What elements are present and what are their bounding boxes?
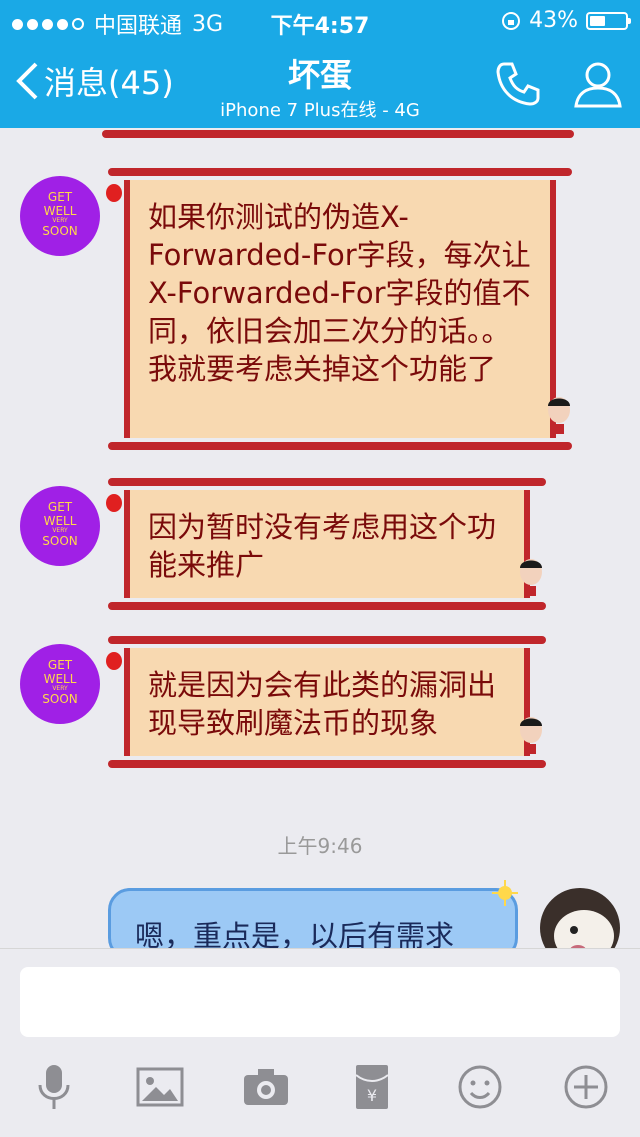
battery-icon [586,11,631,30]
message-bubble[interactable]: 就是因为会有此类的漏洞出现导致刷魔法币的现象 [108,636,546,768]
sticker-face-icon [520,559,542,596]
profile-icon[interactable] [572,58,624,110]
red-packet-icon[interactable]: ¥ [342,1057,402,1117]
emoji-icon[interactable] [450,1057,510,1117]
message-bubble[interactable]: 如果你测试的伪造X-Forwarded-For字段，每次让X-Forwarded… [108,168,572,450]
contact-avatar[interactable]: GET WELL VERY SOON [20,486,100,566]
camera-icon[interactable] [236,1057,296,1117]
status-bar: 中国联通 3G 下午4:57 43% [0,0,640,40]
message-text: 就是因为会有此类的漏洞出现导致刷魔法币的现象 [148,668,497,740]
message-text: 如果你测试的伪造X-Forwarded-For字段，每次让X-Forwarded… [148,200,531,386]
plus-icon[interactable] [556,1057,616,1117]
lantern-icon [106,494,122,512]
rotation-lock-icon [502,11,521,30]
sticker-face-icon [548,397,570,434]
input-bar: ¥ [0,948,640,1137]
mic-icon[interactable] [24,1057,84,1117]
sparkle-icon [492,880,518,906]
chat-subtitle: iPhone 7 Plus在线 - 4G [220,100,420,121]
nav-bar: 消息(45) 坏蛋 iPhone 7 Plus在线 - 4G [0,40,640,128]
message-text: 因为暂时没有考虑用这个功能来推广 [148,510,497,582]
svg-text:¥: ¥ [367,1086,377,1105]
message-bubble[interactable]: 因为暂时没有考虑用这个功能来推广 [108,478,546,610]
message-input[interactable] [20,967,620,1037]
sticker-face-icon [520,717,542,754]
input-toolbar: ¥ [0,1057,640,1117]
lantern-icon [106,184,122,202]
lantern-icon [106,652,122,670]
top-bar: 中国联通 3G 下午4:57 43% 消息(45) 坏蛋 iPhone 7 Pl… [0,0,640,128]
battery-percent: 43% [529,8,578,33]
timestamp: 上午9:46 [277,834,363,858]
phone-icon[interactable] [492,58,544,110]
contact-avatar[interactable]: GET WELL VERY SOON [20,644,100,724]
image-icon[interactable] [130,1057,190,1117]
contact-avatar[interactable]: GET WELL VERY SOON [20,176,100,256]
chat-area[interactable]: GET WELL VERY SOON 如果你测试的伪造X-Forwarded-F… [0,128,640,960]
chat-title: 坏蛋 [287,56,352,94]
